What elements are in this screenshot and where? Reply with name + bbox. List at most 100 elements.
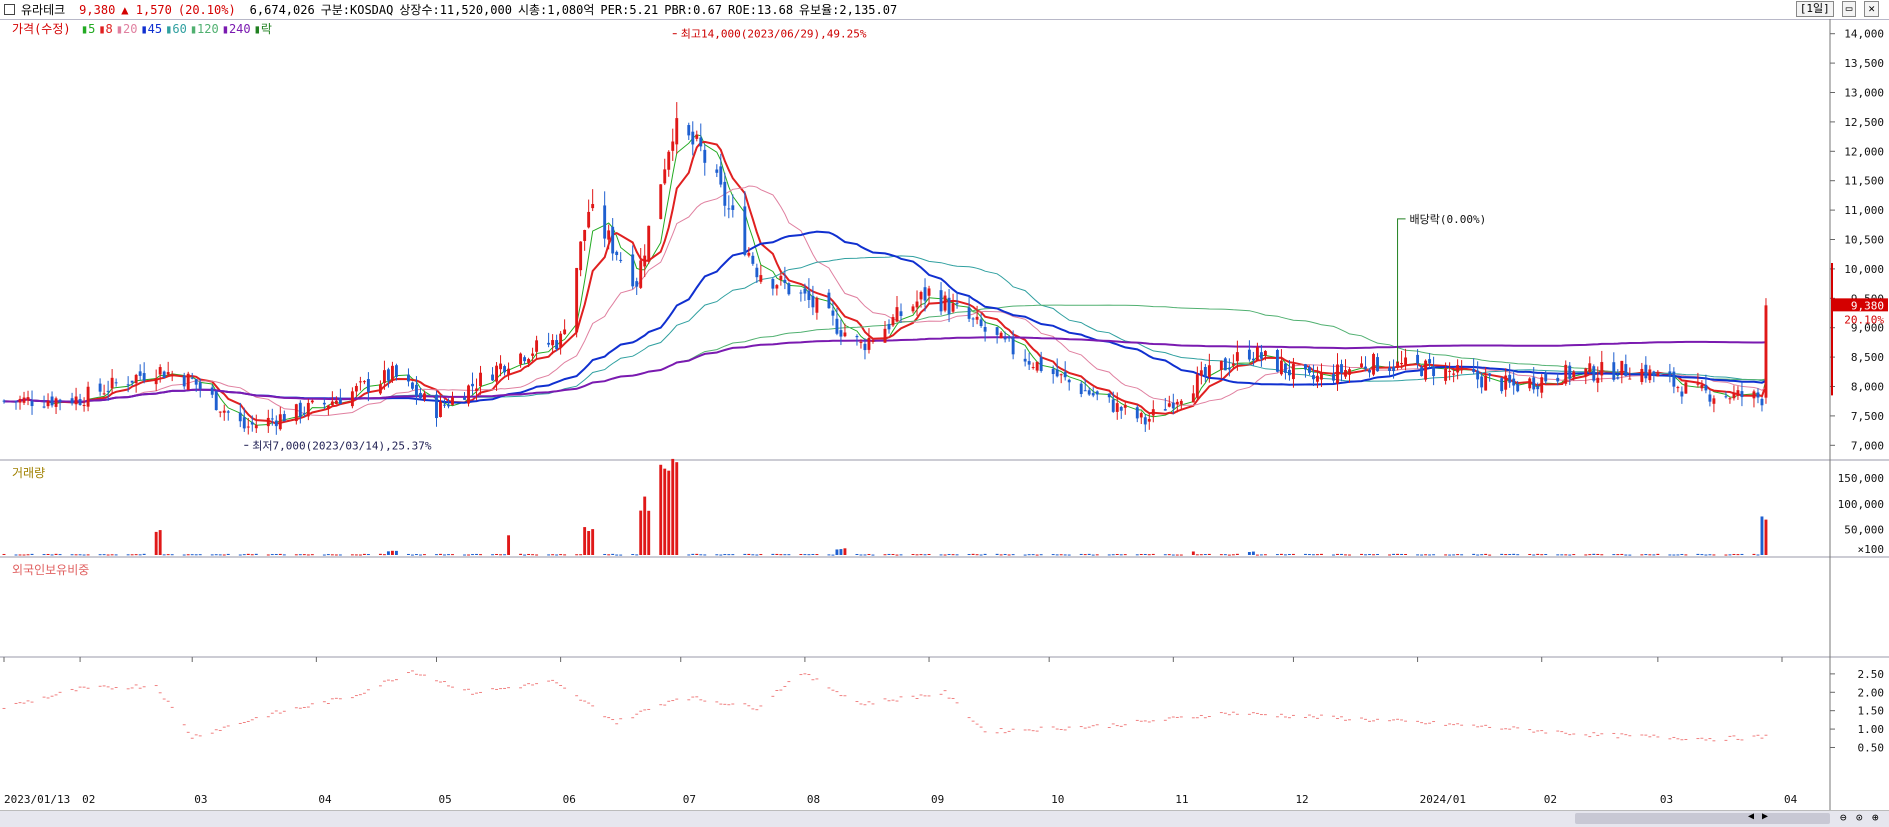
foreign-holding-bar <box>783 685 787 687</box>
foreign-holding-bar <box>78 686 82 688</box>
volume-bar <box>1067 554 1071 556</box>
candle-body <box>1219 360 1223 370</box>
candle-body <box>1712 398 1716 404</box>
foreign-holding-bar <box>1143 720 1147 722</box>
candle-body <box>338 398 342 405</box>
volume-bar <box>1696 553 1700 555</box>
x-tick-label: 10 <box>1051 793 1064 806</box>
candle-body <box>499 363 502 370</box>
volume-bar <box>891 553 895 555</box>
candle-body <box>1388 367 1391 371</box>
volume-bar <box>218 554 222 556</box>
horizontal-scrollbar[interactable]: ◀ ▶ ⊖ ⊙ ⊕ <box>0 810 1889 827</box>
candle-body <box>334 400 338 405</box>
zoom-in-icon[interactable]: ⊕ <box>1872 811 1879 824</box>
volume-bar <box>715 554 719 556</box>
candle-body <box>1752 391 1756 399</box>
volume-bar <box>983 553 987 555</box>
zoom-out-icon[interactable]: ⊖ <box>1840 811 1847 824</box>
volume-bar <box>70 554 74 556</box>
foreign-holding-bar <box>1680 739 1684 741</box>
foreign-holding-bar <box>435 680 438 682</box>
legend-ma-1[interactable]: ▮8 <box>98 22 112 36</box>
candle-body <box>274 420 278 427</box>
foreign-holding-bar <box>859 703 863 705</box>
candle-body <box>995 327 999 335</box>
volume-bar <box>1292 553 1295 555</box>
volume-bar <box>755 554 759 556</box>
volume-bar <box>1508 554 1512 556</box>
foreign-holding-bar <box>507 687 511 689</box>
volume-bar <box>779 554 783 556</box>
foreign-holding-bar <box>394 679 398 681</box>
candle-body <box>663 169 667 184</box>
volume-bar <box>294 554 298 556</box>
volume-bar <box>1175 554 1179 556</box>
foreign-holding-bar <box>747 705 751 707</box>
foreign-holding-bar <box>98 685 102 687</box>
legend-ma-6[interactable]: ▮240 <box>222 22 251 36</box>
volume-bar <box>743 553 747 555</box>
candle-body <box>110 377 114 389</box>
candle-body <box>1760 398 1764 406</box>
candle-body <box>715 169 719 173</box>
foreign-holding-bar <box>915 698 919 700</box>
candle-body <box>915 301 919 308</box>
foreign-holding-bar <box>166 700 170 702</box>
candle-body <box>747 252 751 256</box>
volume-bar <box>583 527 587 555</box>
volume-bar <box>1400 553 1404 555</box>
candle-body <box>1648 369 1652 381</box>
candle-body <box>1287 369 1291 376</box>
candle-body <box>218 411 222 413</box>
x-tick-label: 08 <box>807 793 820 806</box>
volume-bar <box>1612 554 1616 556</box>
volume-bar <box>1560 554 1564 556</box>
legend-ma-0[interactable]: ▮5 <box>81 22 95 36</box>
x-tick-label: 04 <box>1784 793 1798 806</box>
legend-ma-4[interactable]: ▮60 <box>165 22 187 36</box>
legend-ma-2[interactable]: ▮20 <box>116 22 138 36</box>
legend-ma-7[interactable]: ▮락 <box>254 22 272 36</box>
candle-body <box>126 384 130 386</box>
volume-bar <box>1652 554 1656 556</box>
candle-body <box>1568 365 1572 379</box>
candle-body <box>1588 363 1592 372</box>
candle-body <box>611 226 615 254</box>
volume-bar <box>214 554 218 556</box>
scroll-left-icon[interactable]: ◀ <box>1748 811 1754 822</box>
legend-ma-5[interactable]: ▮120 <box>190 22 219 36</box>
foreign-holding-bar <box>583 700 587 702</box>
volume-tick-label: 100,000 <box>1838 498 1884 511</box>
legend-price-label[interactable]: 가격(수정) <box>12 22 71 36</box>
foreign-holding-bar <box>1764 734 1768 736</box>
candle-body <box>1476 370 1480 380</box>
candle-body <box>1516 384 1520 392</box>
volume-bar <box>551 554 555 556</box>
foreign-holding-bar <box>411 670 414 672</box>
legend-ma-3[interactable]: ▮45 <box>140 22 162 36</box>
foreign-holding-bar <box>447 685 450 687</box>
volume-bar <box>775 553 779 555</box>
volume-legend[interactable]: 거래량 <box>12 464 45 481</box>
foreign-holding-bar <box>591 705 595 707</box>
volume-bar <box>362 553 366 555</box>
candle-body <box>631 254 635 287</box>
stock-chart[interactable]: 14,000 13,500 13,000 12,500 12,000 11,500 11,0… <box>0 0 1889 810</box>
zoom-reset-icon[interactable]: ⊙ <box>1856 811 1863 824</box>
candle-body <box>1644 364 1648 379</box>
candle-body <box>186 373 190 390</box>
volume-bar <box>50 554 54 556</box>
volume-bar <box>731 554 735 556</box>
volume-bar <box>1151 553 1155 555</box>
scroll-right-icon[interactable]: ▶ <box>1762 811 1768 822</box>
foreign-holding-bar <box>1728 735 1732 737</box>
candle-body <box>30 401 34 407</box>
volume-bar <box>250 554 254 556</box>
volume-bar <box>467 554 470 556</box>
scroll-thumb[interactable] <box>1575 813 1830 824</box>
foreign-legend[interactable]: 외국인보유비중 <box>12 561 89 578</box>
candle-body <box>507 368 511 375</box>
foreign-holding-bar <box>1616 737 1620 739</box>
foreign-holding-bar <box>1640 734 1644 736</box>
